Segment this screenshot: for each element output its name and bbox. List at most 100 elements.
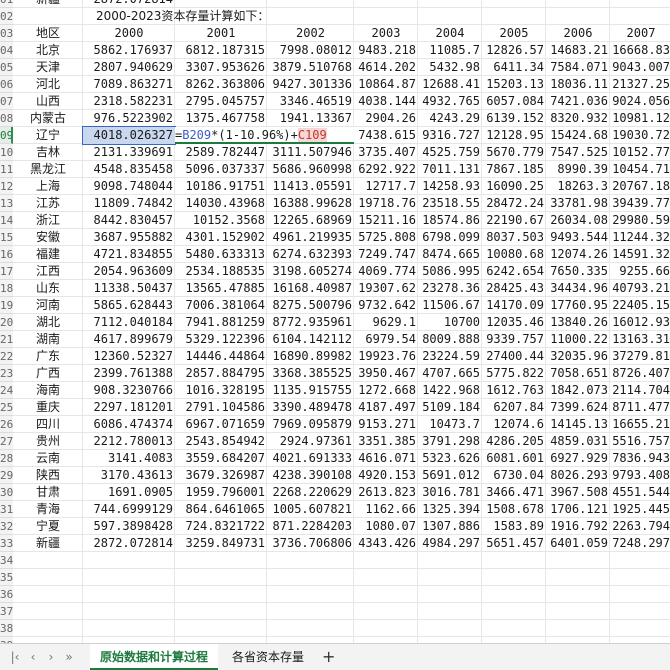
cell-value[interactable]: 1325.394 [418,501,482,518]
cell-value[interactable]: 14145.13 [546,416,610,433]
cell-region[interactable]: 江西 [13,263,83,280]
row-header[interactable]: 30 [0,484,13,501]
cell-value[interactable]: 1959.796001 [175,484,267,501]
cell-value[interactable]: 10473.7 [418,416,482,433]
cell-value[interactable]: 976.5223902 [83,110,175,127]
cell-value[interactable]: 12128.95 [482,127,546,144]
row-header[interactable]: 22 [0,348,13,365]
cell-region[interactable]: 天津 [13,59,83,76]
cell-value[interactable]: 3679.326987 [175,467,267,484]
cell-value[interactable]: 6057.084 [482,93,546,110]
row-header[interactable]: 24 [0,382,13,399]
cell-region[interactable]: 湖北 [13,314,83,331]
row-header[interactable]: 35 [0,569,13,586]
cell-value[interactable]: 10152.3568 [175,212,267,229]
cell-value[interactable]: 16168.40987 [267,280,354,297]
cell-value[interactable]: 4038.144 [354,93,418,110]
cell-value[interactable]: 7998.08012 [267,42,354,59]
cell-value[interactable]: 4984.297 [418,535,482,552]
row-header[interactable]: 01 [0,0,13,8]
cell-value[interactable]: 23278.36 [418,280,482,297]
spreadsheet-grid[interactable]: 01新疆2872.072814022000-2023资本存量计算如下：03地区2… [0,0,670,643]
cell-value[interactable]: 4551.544 [610,484,670,501]
cell-selected-reference[interactable]: 4018.026327 [82,126,176,145]
cell-region[interactable]: 河南 [13,297,83,314]
cell-region[interactable]: 山东 [13,280,83,297]
cell-value[interactable]: 10080.68 [482,246,546,263]
cell-region[interactable]: 河北 [13,76,83,93]
cell-value[interactable]: 1080.07 [354,518,418,535]
row-header[interactable]: 05 [0,59,13,76]
cell-value[interactable]: 34434.96 [546,280,610,297]
cell-value[interactable]: 5329.122396 [175,331,267,348]
cell-value[interactable]: 19923.76 [354,348,418,365]
cell-value[interactable]: 1307.886 [418,518,482,535]
cell-value[interactable]: 28425.43 [482,280,546,297]
cell-value[interactable]: 1583.89 [482,518,546,535]
cell-value[interactable]: 1422.968 [418,382,482,399]
cell-value[interactable]: 2791.104586 [175,399,267,416]
column-header-year[interactable]: 2002 [267,25,354,42]
cell-value[interactable]: 3791.298 [418,433,482,450]
cell-value[interactable]: 3368.385525 [267,365,354,382]
column-header-year[interactable]: 2003 [354,25,418,42]
cell-value[interactable]: 8262.363806 [175,76,267,93]
cell-value[interactable]: 5651.457 [482,535,546,552]
cell-value[interactable]: 18574.86 [418,212,482,229]
cell-value[interactable]: 23518.55 [418,195,482,212]
cell-value[interactable]: 7058.651 [546,365,610,382]
cell-value[interactable]: 6207.84 [482,399,546,416]
cell-value[interactable]: 20767.18 [610,178,670,195]
cell-value[interactable]: 12826.57 [482,42,546,59]
cell-value[interactable]: 3351.385 [354,433,418,450]
cell-value[interactable]: 12265.68969 [267,212,354,229]
cell-region[interactable]: 广东 [13,348,83,365]
cell-value[interactable]: 12074.6 [482,416,546,433]
cell-value[interactable]: 2872.072814 [83,535,175,552]
prev-sheet-arrow-icon[interactable]: ‹ [26,650,40,664]
cell-value[interactable]: 16668.83 [610,42,670,59]
cell-value[interactable]: 2543.854942 [175,433,267,450]
cell-value[interactable]: 6139.152 [482,110,546,127]
cell-region[interactable]: 四川 [13,416,83,433]
row-header[interactable]: 09 [0,127,13,144]
cell-value[interactable]: 4021.691333 [267,450,354,467]
cell-value[interactable]: 15424.68 [546,127,610,144]
cell-value[interactable]: 10454.71 [610,161,670,178]
cell-value[interactable]: 6979.54 [354,331,418,348]
cell-value[interactable]: 3346.46519 [267,93,354,110]
cell-value[interactable]: 2263.794 [610,518,670,535]
cell-value[interactable]: 4301.152902 [175,229,267,246]
cell-value[interactable]: 1691.0905 [83,484,175,501]
row-header[interactable]: 37 [0,603,13,620]
cell-value[interactable]: 9316.727 [418,127,482,144]
cell-value[interactable]: 8275.500796 [267,297,354,314]
cell-value[interactable]: 7089.863271 [83,76,175,93]
cell-value[interactable]: 11506.67 [418,297,482,314]
cell-value[interactable]: 3111.507946 [267,144,354,161]
cell-value[interactable]: 1016.328195 [175,382,267,399]
cell-value[interactable]: 6812.187315 [175,42,267,59]
tab-provincial-capital-stock[interactable]: 各省资本存量 [222,644,314,670]
cell-region[interactable]: 黑龙江 [13,161,83,178]
first-sheet-arrow-icon[interactable]: |‹ [8,650,22,664]
cell-value[interactable]: 3170.43613 [83,467,175,484]
cell-value[interactable]: 9483.218 [354,42,418,59]
cell-region[interactable]: 内蒙古 [13,110,83,127]
row-header[interactable]: 14 [0,212,13,229]
row-header[interactable]: 04 [0,42,13,59]
cell-value[interactable]: 6927.929 [546,450,610,467]
cell-value[interactable]: 11000.22 [546,331,610,348]
cell-value[interactable]: 4614.202 [354,59,418,76]
cell-value[interactable]: 12360.52327 [83,348,175,365]
cell-value[interactable]: 3950.467 [354,365,418,382]
cell-value[interactable]: 7006.381064 [175,297,267,314]
cell-region[interactable]: 北京 [13,42,83,59]
cell-value[interactable]: 13840.26 [546,314,610,331]
cell-value[interactable]: 5480.633313 [175,246,267,263]
row-header[interactable]: 28 [0,450,13,467]
cell-region[interactable]: 甘肃 [13,484,83,501]
cell-value[interactable]: 6798.099 [418,229,482,246]
column-header-year[interactable]: 2005 [482,25,546,42]
cell-value[interactable]: 2807.940629 [83,59,175,76]
